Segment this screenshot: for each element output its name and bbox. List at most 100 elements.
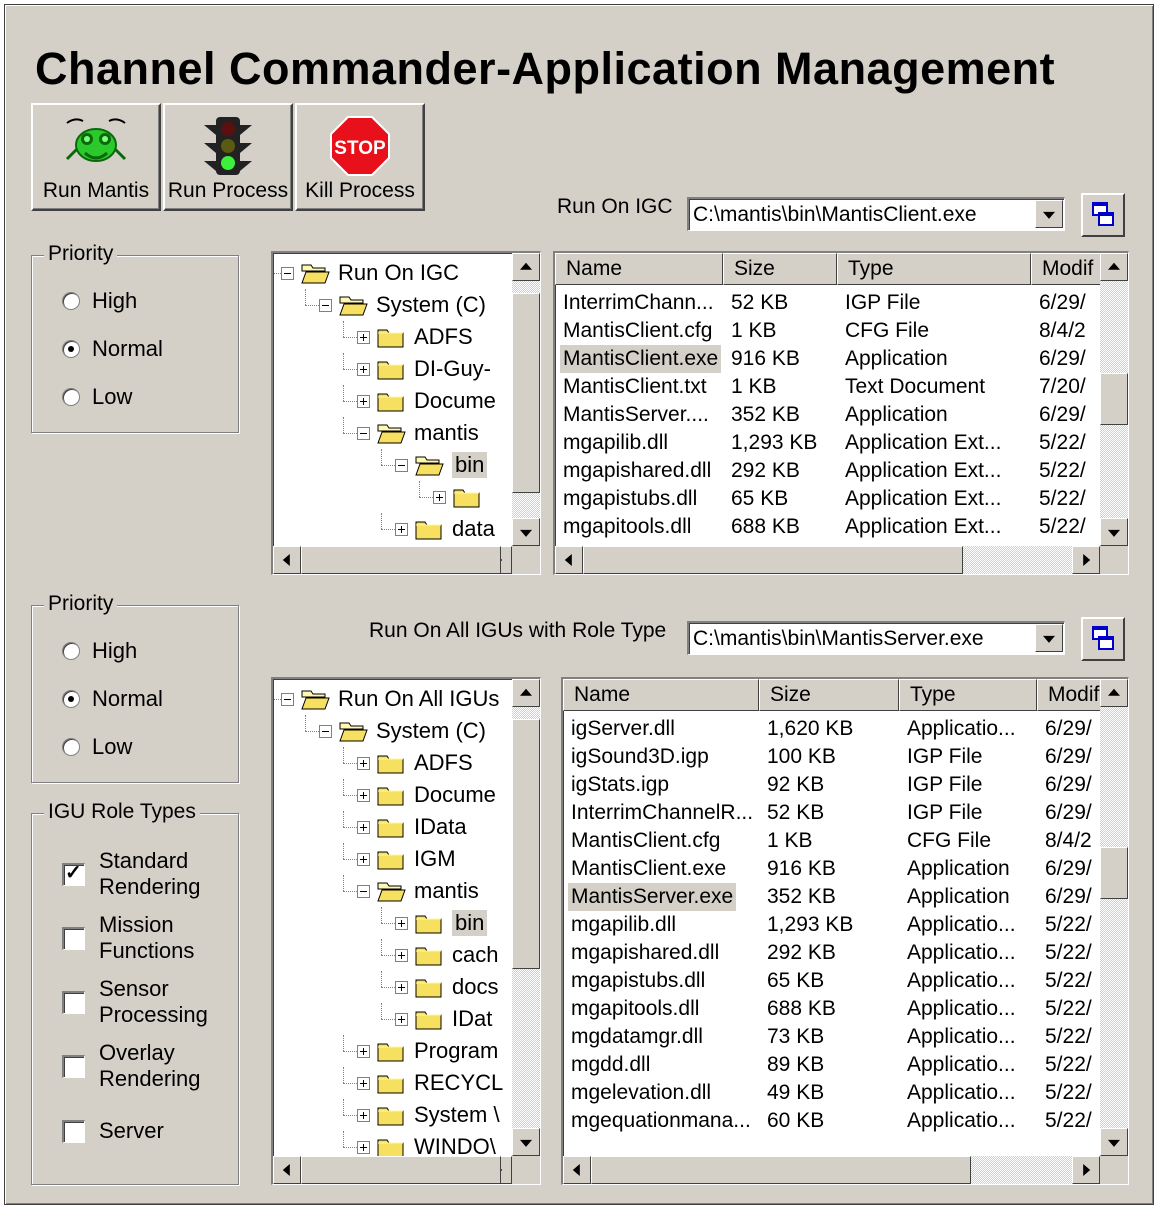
collapse-icon[interactable] <box>357 426 370 440</box>
role-server-checkbox[interactable]: Server <box>62 1118 164 1144</box>
list-row[interactable]: mgapistubs.dll 65 KB Applicatio... 5/22/ <box>563 967 1100 995</box>
list-row[interactable]: mgapishared.dll 292 KB Applicatio... 5/22/ <box>563 939 1100 967</box>
list-row[interactable]: mgapilib.dll 1,293 KB Application Ext... 5/… <box>555 429 1100 457</box>
tree-node[interactable] <box>433 481 490 513</box>
vertical-scrollbar[interactable] <box>512 679 540 1156</box>
tree-node[interactable]: docs <box>395 971 498 1003</box>
scroll-left-button[interactable] <box>273 1156 301 1184</box>
tree-node[interactable]: Run On IGC <box>281 257 459 289</box>
expand-icon[interactable] <box>357 362 370 376</box>
vertical-scrollbar[interactable] <box>1100 253 1128 546</box>
list-row[interactable]: InterrimChannelR... 52 KB IGP File 6/29/ <box>563 799 1100 827</box>
expand-icon[interactable] <box>433 490 446 504</box>
expand-icon[interactable] <box>357 394 370 408</box>
horizontal-scrollbar[interactable] <box>273 546 512 574</box>
expand-icon[interactable] <box>395 1012 408 1026</box>
top-priority-normal-radio[interactable]: Normal <box>62 336 163 362</box>
collapse-icon[interactable] <box>319 724 332 738</box>
run-process-button[interactable]: Run Process <box>163 103 293 211</box>
igu-combo-dropdown-button[interactable] <box>1035 624 1063 652</box>
scroll-up-button[interactable] <box>1100 679 1128 707</box>
column-header-name[interactable]: Name <box>555 253 723 285</box>
horizontal-scroll-thumb[interactable] <box>301 546 501 574</box>
list-row[interactable]: InterrimChann... 52 KB IGP File 6/29/ <box>555 289 1100 317</box>
list-row[interactable]: mgelevation.dll 49 KB Applicatio... 5/22/ <box>563 1079 1100 1107</box>
expand-icon[interactable] <box>357 820 370 834</box>
list-row[interactable]: mgdd.dll 89 KB Applicatio... 5/22/ <box>563 1051 1100 1079</box>
list-row[interactable]: MantisServer.exe 352 KB Application 6/29/ <box>563 883 1100 911</box>
scroll-down-button[interactable] <box>1100 518 1128 546</box>
list-row[interactable]: MantisClient.txt 1 KB Text Document 7/20/ <box>555 373 1100 401</box>
tree-node[interactable]: ADFS <box>357 747 473 779</box>
scroll-left-button[interactable] <box>555 546 583 574</box>
list-row[interactable]: mgequationmana... 60 KB Applicatio... 5/22/ <box>563 1107 1100 1135</box>
scroll-left-button[interactable] <box>563 1156 591 1184</box>
scroll-down-button[interactable] <box>512 1128 540 1156</box>
tree-node[interactable]: IGM <box>357 843 456 875</box>
scroll-right-button[interactable] <box>1072 546 1100 574</box>
tree-node[interactable]: Docume <box>357 779 496 811</box>
role-overlay-rendering-checkbox[interactable]: Overlay Rendering <box>62 1040 201 1092</box>
tree-node[interactable]: Program <box>357 1035 498 1067</box>
igu-exe-combo[interactable]: C:\mantis\bin\MantisServer.exe <box>687 621 1065 655</box>
vertical-scrollbar[interactable] <box>512 253 540 546</box>
list-row[interactable]: mgapilib.dll 1,293 KB Applicatio... 5/22/ <box>563 911 1100 939</box>
collapse-icon[interactable] <box>395 458 408 472</box>
bottom-priority-low-radio[interactable]: Low <box>62 734 132 760</box>
list-row[interactable]: mgapitools.dll 688 KB Applicatio... 5/22/ <box>563 995 1100 1023</box>
igc-exe-combo[interactable]: C:\mantis\bin\MantisClient.exe <box>687 197 1065 231</box>
tree-node[interactable]: bin <box>395 907 488 939</box>
expand-icon[interactable] <box>357 756 370 770</box>
vertical-scroll-thumb[interactable] <box>512 719 540 969</box>
list-row[interactable]: mgapitools.dll 688 KB Application Ext... 5/… <box>555 513 1100 541</box>
collapse-icon[interactable] <box>357 884 370 898</box>
tree-node[interactable]: System (C) <box>319 715 486 747</box>
list-row[interactable]: MantisClient.cfg 1 KB CFG File 8/4/2 <box>563 827 1100 855</box>
column-header-name[interactable]: Name <box>563 679 759 711</box>
horizontal-scrollbar[interactable] <box>563 1156 1100 1184</box>
expand-icon[interactable] <box>357 1076 370 1090</box>
scroll-down-button[interactable] <box>1100 1128 1128 1156</box>
expand-icon[interactable] <box>357 1044 370 1058</box>
collapse-icon[interactable] <box>319 298 332 312</box>
role-standard-rendering-checkbox[interactable]: StandardRendering <box>62 848 201 900</box>
scroll-left-button[interactable] <box>273 546 301 574</box>
column-header-modif[interactable]: Modif <box>1037 679 1100 711</box>
vertical-scroll-thumb[interactable] <box>512 293 540 493</box>
expand-icon[interactable] <box>395 980 408 994</box>
horizontal-scroll-thumb[interactable] <box>583 546 963 574</box>
tree-node[interactable]: bin <box>395 449 488 481</box>
expand-icon[interactable] <box>357 788 370 802</box>
scroll-up-button[interactable] <box>512 679 540 707</box>
list-row[interactable]: igServer.dll 1,620 KB Applicatio... 6/29/ <box>563 715 1100 743</box>
scroll-up-button[interactable] <box>1100 253 1128 281</box>
tree-node[interactable]: System \ <box>357 1099 500 1131</box>
tree-node[interactable]: WINDO\ <box>357 1131 496 1156</box>
column-header-modif[interactable]: Modif <box>1031 253 1100 285</box>
horizontal-scroll-thumb[interactable] <box>591 1156 971 1184</box>
list-row[interactable]: MantisClient.exe 916 KB Application 6/29/ <box>563 855 1100 883</box>
horizontal-scrollbar[interactable] <box>555 546 1100 574</box>
tree-node[interactable]: IData <box>357 811 467 843</box>
top-priority-low-radio[interactable]: Low <box>62 384 132 410</box>
igu-folder-tree[interactable]: Run On All IGUs System (C) ADFS Docume IData… <box>271 677 541 1185</box>
collapse-icon[interactable] <box>281 266 294 280</box>
tree-node[interactable]: Docume <box>357 385 496 417</box>
column-header-type[interactable]: Type <box>837 253 1031 285</box>
horizontal-scroll-thumb[interactable] <box>301 1156 501 1184</box>
expand-icon[interactable] <box>357 852 370 866</box>
collapse-icon[interactable] <box>281 692 294 706</box>
column-header-type[interactable]: Type <box>899 679 1037 711</box>
top-priority-high-radio[interactable]: High <box>62 288 137 314</box>
list-row[interactable]: MantisServer.... 352 KB Application 6/29/ <box>555 401 1100 429</box>
vertical-scrollbar[interactable] <box>1100 679 1128 1156</box>
tree-node[interactable]: mantis <box>357 875 479 907</box>
expand-icon[interactable] <box>357 1140 370 1154</box>
expand-icon[interactable] <box>357 330 370 344</box>
expand-icon[interactable] <box>395 948 408 962</box>
tree-node[interactable]: ADFS <box>357 321 473 353</box>
list-row[interactable]: igSound3D.igp 100 KB IGP File 6/29/ <box>563 743 1100 771</box>
igc-folder-tree[interactable]: Run On IGC System (C) ADFS DI-Guy- Docume man… <box>271 251 541 575</box>
list-row[interactable]: igStats.igp 92 KB IGP File 6/29/ <box>563 771 1100 799</box>
igu-file-list[interactable]: Name Size Type Modif igServer.dll 1,620 KB App… <box>561 677 1129 1185</box>
